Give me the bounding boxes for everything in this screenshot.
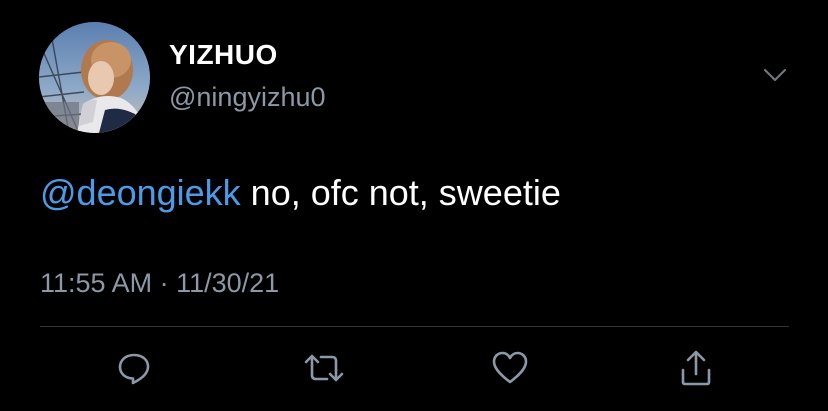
tweet-body: no, ofc not, sweetie [240,172,561,213]
share-button[interactable] [676,348,716,388]
user-handle[interactable]: @ningyizhu0 [169,80,326,114]
avatar[interactable] [39,22,150,133]
share-upload-icon [677,348,715,388]
display-name[interactable]: YIZHUO [169,38,278,72]
mention-link[interactable]: @deongiekk [40,172,241,213]
retweet-button[interactable] [304,348,344,388]
tweet-card: YIZHUO @ningyizhu0 @deongiekk no, ofc no… [0,0,828,411]
heart-icon [490,349,530,387]
tweet-timestamp[interactable]: 11:55 AM · 11/30/21 [40,266,279,300]
divider [40,326,789,327]
chevron-down-icon[interactable] [761,64,789,86]
retweet-arrows-icon [303,349,345,387]
reply-button[interactable] [114,348,154,388]
like-button[interactable] [490,348,530,388]
tweet-text: @deongiekk no, ofc not, sweetie [40,170,561,216]
speech-bubble-icon [115,349,153,387]
avatar-image [39,22,150,133]
